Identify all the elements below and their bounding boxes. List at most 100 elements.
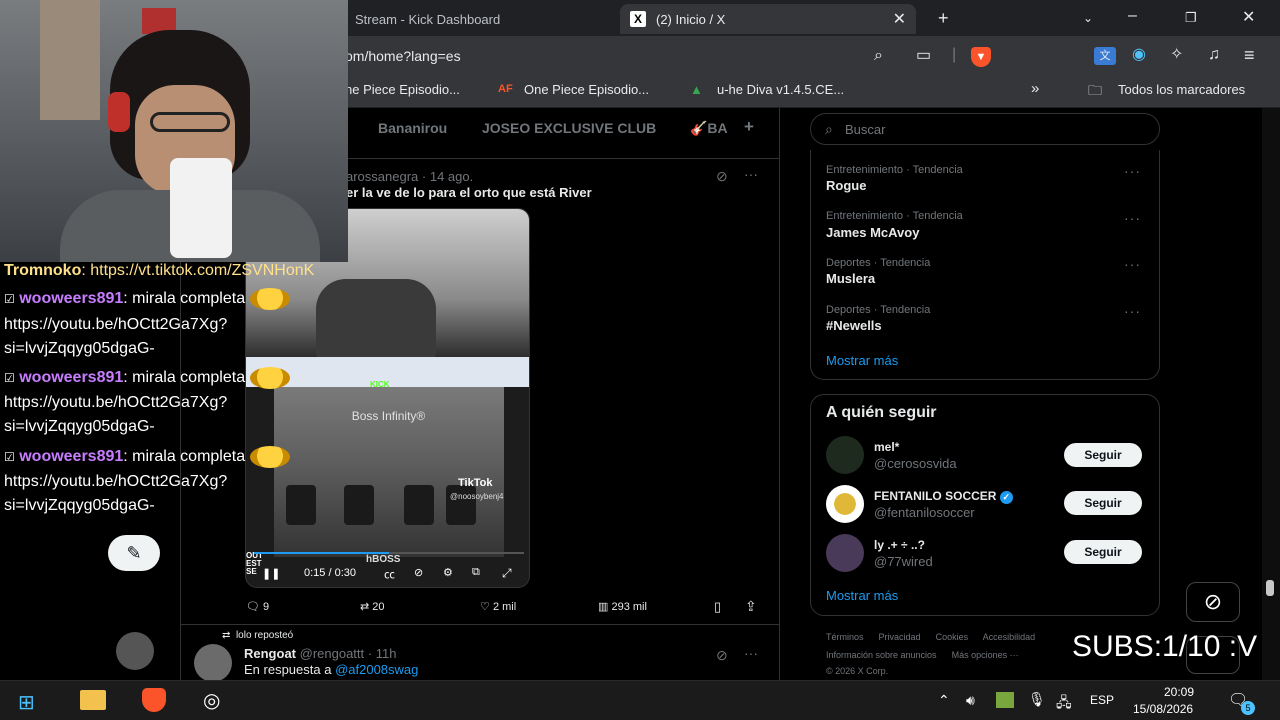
captions-icon[interactable]: ㏄ [384,566,395,582]
tray-chevron-up-icon[interactable]: ⌃ [938,692,950,709]
account-avatar[interactable] [116,632,154,670]
bookmark-af-icon: AF [498,83,513,95]
views-button[interactable]: ▥ 293 mil [598,600,647,613]
feed-tab-joseo[interactable]: JOSEO EXCLUSIVE CLUB [482,120,656,136]
trend-more-icon[interactable]: ··· [1124,256,1141,272]
url-field[interactable]: om/home?lang=es [345,48,461,64]
post2-author[interactable]: Rengoat @rengoattt · 11h [244,646,396,661]
pip-icon[interactable]: ⧉ [472,566,480,579]
repost-button[interactable]: ⇄ 20 [360,600,385,613]
microphone-icon[interactable]: 🎙︎ [1028,691,1046,708]
search-input[interactable]: ⌕ Buscar [810,113,1160,145]
all-bookmarks-link[interactable]: Todos los marcadores [1118,82,1245,97]
tab-search-chevron-icon[interactable]: ⌄ [1083,10,1093,26]
reply-to-link[interactable]: @af2008swag [335,662,418,677]
footer-accessibility[interactable]: Accesibilidad [983,632,1036,642]
follow-button[interactable]: Seguir [1064,491,1142,515]
fullscreen-icon[interactable]: ⤢ [502,566,512,581]
webcam-mug [170,158,232,258]
post-more-icon[interactable]: ··· [744,645,758,661]
trend-category: Deportes · Tendencia [826,304,931,316]
maximize-icon[interactable]: ❐ [1185,10,1197,26]
address-divider: | [952,46,957,63]
minimize-icon[interactable]: – [1128,8,1137,24]
bookmark-uhe-diva[interactable]: u-he Diva v1.4.5.CE... [717,82,844,97]
avatar[interactable] [826,485,864,523]
media-music-icon[interactable]: ♫ [1208,47,1220,63]
close-tab-icon[interactable]: ✕ [893,9,906,29]
footer-more-options[interactable]: Más opciones ··· [952,650,1019,660]
trend-category: Entretenimiento · Tendencia [826,164,963,176]
avatar[interactable] [826,534,864,572]
brave-shields-icon[interactable]: ▼ [971,47,991,67]
footer-ads-info[interactable]: Información sobre anuncios [826,650,937,660]
settings-icon[interactable]: ⚙ [443,566,453,579]
like-button[interactable]: ♡ 2 mil [480,600,516,613]
trend-name[interactable]: Muslera [826,271,875,286]
bookmark-icon[interactable]: ▯ [714,599,721,615]
subs-counter: SUBS:1/10 :V [1072,630,1258,663]
show-more-trends-link[interactable]: Mostrar más [826,353,898,368]
trend-category: Deportes · Tendencia [826,257,931,269]
menu-hamburger-icon[interactable]: ≡ [1244,46,1255,64]
trend-more-icon[interactable]: ··· [1124,210,1141,226]
trend-name[interactable]: Rogue [826,178,866,193]
brave-browser-icon[interactable] [142,688,166,712]
share-icon[interactable]: ⇪ [745,598,757,615]
zoom-search-icon[interactable]: ⌕ [874,48,883,64]
network-icon[interactable]: 🖧 [1056,692,1072,716]
pause-icon[interactable]: ❚❚ [262,567,280,580]
feed-tab-ba[interactable]: 🎸BA [690,120,728,137]
more-bookmarks-chevron[interactable]: » [1031,80,1039,97]
input-language[interactable]: ESP [1090,693,1114,707]
footer-privacy[interactable]: Privacidad [879,632,921,642]
follow-name[interactable]: FENTANILO SOCCER ✓ [874,489,1013,504]
repost-small-icon: ⇄ [222,630,231,641]
follow-name[interactable]: mel* [874,440,899,454]
bookmark-one-piece-2[interactable]: One Piece Episodio... [524,82,649,97]
reply-button[interactable]: 🗨︎ 9 [246,600,269,613]
grok-float-icon[interactable]: ⊘ [1186,582,1240,622]
windows-start-icon[interactable]: ⊞ [18,690,35,715]
folder-icon: 🗀 [1088,82,1102,98]
video-progress-track[interactable] [254,552,524,554]
new-tab-icon[interactable]: + [938,9,949,27]
grok-icon[interactable]: ⊘ [716,647,728,663]
show-more-follow-link[interactable]: Mostrar más [826,588,898,603]
clock-time[interactable]: 20:09 [1150,685,1208,699]
post-author-handle[interactable]: arossanegra · 14 ago. [346,169,473,184]
page-scrollbar-thumb[interactable] [1266,580,1274,596]
avatar[interactable] [826,436,864,474]
footer-cookies[interactable]: Cookies [936,632,969,642]
grok-icon[interactable]: ⊘ [716,168,728,184]
trend-name[interactable]: #Newells [826,318,882,333]
volume-icon[interactable]: 🔊︎ [966,692,975,709]
mute-icon[interactable]: ⊘ [414,566,423,579]
recliner-2 [344,485,374,525]
post-more-icon[interactable]: ··· [744,166,758,182]
follow-button[interactable]: Seguir [1064,540,1142,564]
follow-button[interactable]: Seguir [1064,443,1142,467]
footer-terms[interactable]: Términos [826,632,864,642]
obs-icon[interactable]: ◎ [203,688,220,713]
add-feed-tab-icon[interactable]: + [744,117,754,137]
tab-kick-dashboard[interactable]: Stream - Kick Dashboard [345,4,615,34]
tray-app-icon[interactable] [996,692,1014,708]
clock-date[interactable]: 15/08/2026 [1133,702,1193,716]
compose-post-icon[interactable]: ✎ [108,535,160,571]
follow-name[interactable]: ly .+ ÷ ..? [874,538,925,552]
trend-more-icon[interactable]: ··· [1124,163,1141,179]
trend-name[interactable]: James McAvoy [826,225,919,240]
extensions-puzzle-icon[interactable]: ✧ [1170,47,1183,63]
cast-icon[interactable]: ▭ [916,48,931,64]
verified-badge-icon: ✓ [999,491,1013,504]
file-explorer-icon[interactable] [80,690,106,710]
close-window-icon[interactable]: ✕ [1242,10,1255,26]
feed-tab-bananirou[interactable]: Bananirou [378,120,447,136]
tab-x-home[interactable]: X (2) Inicio / X ✕ [620,4,916,34]
translate-extension-icon[interactable]: 文 [1094,47,1116,65]
bookmark-one-piece-1[interactable]: ne Piece Episodio... [345,82,460,97]
avatar[interactable] [194,644,232,682]
trend-more-icon[interactable]: ··· [1124,303,1141,319]
vpn-extension-icon[interactable]: ◉ [1132,47,1146,63]
